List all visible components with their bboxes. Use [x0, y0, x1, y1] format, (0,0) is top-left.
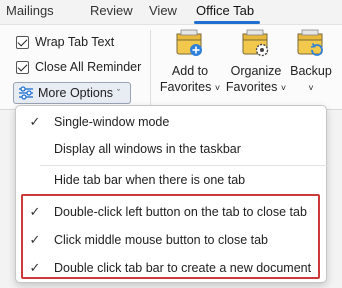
menu-item-single-window-mode[interactable]: ✓ Single-window mode [16, 110, 326, 134]
more-options-label: More Options [38, 86, 114, 100]
organize-favorites-line1: Organize [230, 64, 282, 78]
backup-label: Backup [290, 64, 332, 78]
backup-button[interactable]: Backup ˅ [290, 28, 332, 96]
folder-gear-icon [242, 29, 269, 57]
menu-item-label: Display all windows in the taskbar [54, 142, 241, 156]
tab-mailings[interactable]: Mailings [6, 3, 54, 18]
menu-separator [40, 165, 328, 166]
wrap-tab-text-checkbox[interactable]: Wrap Tab Text [16, 32, 114, 52]
tab-review[interactable]: Review [90, 3, 133, 18]
organize-favorites-line2: Favorites [225, 80, 278, 94]
folder-add-icon [176, 29, 202, 56]
checkmark-icon: ✓ [29, 204, 41, 219]
menu-item-label: Click middle mouse button to close tab [54, 233, 268, 247]
folder-refresh-icon [297, 29, 323, 56]
chevron-down-icon: ˇ [117, 88, 121, 98]
more-options-button[interactable]: More Options ˇ [13, 82, 131, 104]
close-all-reminder-label: Close All Reminder [35, 60, 142, 74]
close-all-reminder-checkbox[interactable]: Close All Reminder [16, 57, 141, 77]
wrap-tab-text-label: Wrap Tab Text [35, 35, 115, 49]
sliders-icon [19, 86, 33, 100]
add-to-favorites-line2: Favorites [159, 80, 212, 94]
chevron-down-icon: ˅ [214, 83, 221, 93]
chevron-down-icon: ˅ [308, 83, 314, 93]
tab-view[interactable]: View [149, 3, 177, 18]
ribbon-tab-strip: Mailings Review View Office Tab [0, 0, 342, 24]
menu-item-display-all-windows[interactable]: Display all windows in the taskbar [16, 137, 326, 161]
menu-item-middle-click-close-tab[interactable]: ✓ Click middle mouse button to close tab [16, 228, 326, 252]
checkmark-icon: ✓ [29, 232, 41, 247]
checkmark-icon: ✓ [29, 260, 41, 275]
tab-office-tab[interactable]: Office Tab [196, 3, 254, 18]
menu-item-label: Single-window mode [54, 115, 170, 129]
menu-item-label: Double-click left button on the tab to c… [54, 205, 307, 219]
checkmark-icon: ✓ [29, 114, 41, 129]
checkbox-checked-icon [16, 35, 29, 49]
chevron-down-icon: ˅ [280, 83, 287, 93]
menu-item-label: Double click tab bar to create a new doc… [54, 261, 312, 275]
add-to-favorites-button[interactable]: Add to Favorites ˅ [158, 28, 222, 96]
ribbon-group-separator [150, 30, 151, 106]
menu-item-label: Hide tab bar when there is one tab [54, 173, 246, 187]
organize-favorites-button[interactable]: Organize Favorites ˅ [222, 28, 290, 96]
menu-item-double-click-close-tab[interactable]: ✓ Double-click left button on the tab to… [16, 200, 326, 224]
add-to-favorites-line1: Add to [171, 64, 209, 78]
more-options-menu: ✓ Single-window mode Display all windows… [15, 105, 328, 283]
checkbox-checked-icon [16, 60, 29, 74]
menu-item-hide-tab-bar[interactable]: Hide tab bar when there is one tab [16, 168, 326, 192]
menu-item-double-click-new-document[interactable]: ✓ Double click tab bar to create a new d… [16, 256, 326, 280]
